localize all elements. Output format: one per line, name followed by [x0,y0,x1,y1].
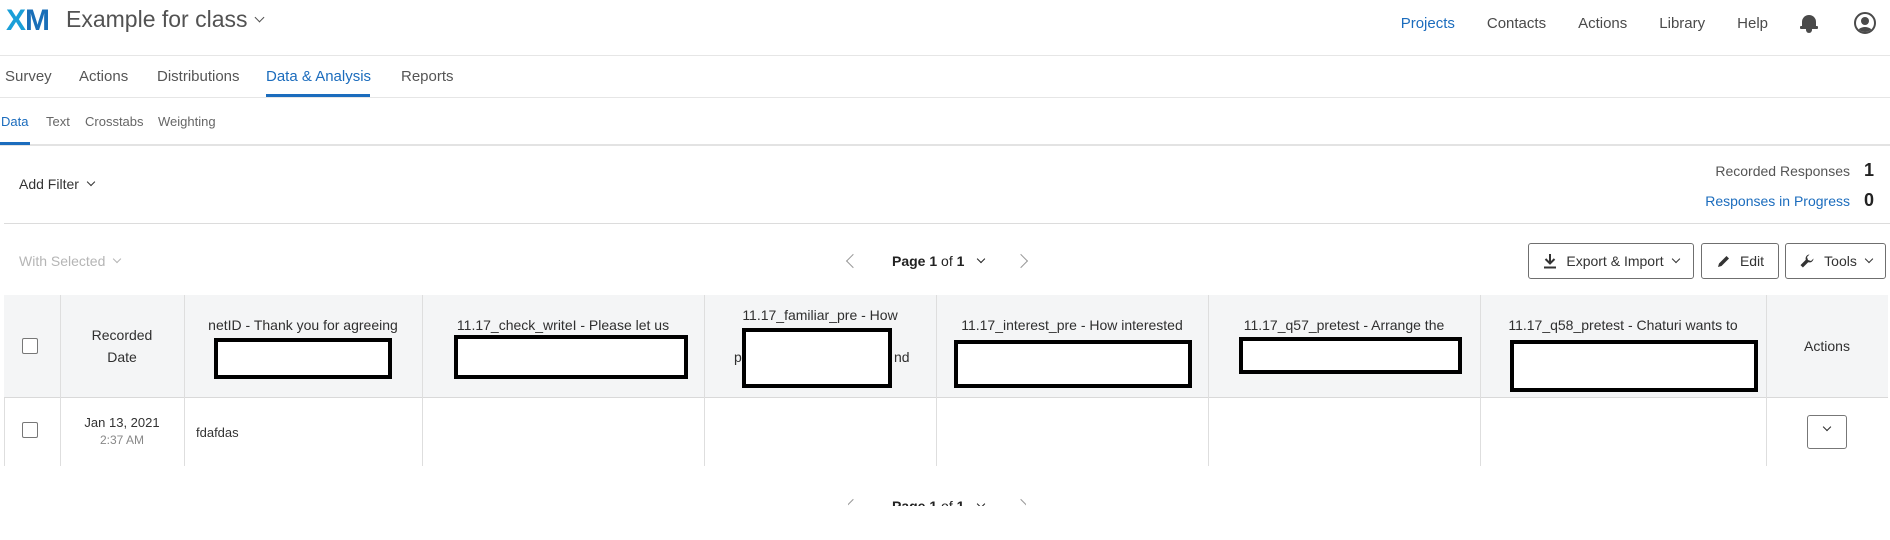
chevron-down-icon [1864,254,1874,264]
tab-reports[interactable]: Reports [401,68,454,85]
edit-button[interactable]: Edit [1701,243,1779,279]
download-icon [1544,254,1557,269]
add-filter-button[interactable]: Add Filter [19,176,96,192]
row-checkbox[interactable] [22,422,38,438]
col-netid[interactable]: netID - Thank you for agreeing [184,295,422,398]
with-selected-dropdown: With Selected [19,253,122,269]
col-q58-pretest[interactable]: 11.17_q58_pretest - Chaturi wants to [1480,295,1766,398]
responses-in-progress-count: 0 [1863,190,1874,210]
column-divider [1208,295,1209,398]
export-import-button[interactable]: Export & Import [1528,243,1694,279]
table-header: Recorded Date netID - Thank you for agre… [4,295,1888,398]
column-divider [1480,398,1481,466]
page-select-chevron-icon[interactable] [977,499,986,506]
sub-tabs: Data Text Crosstabs Weighting [0,98,1890,146]
divider [4,223,1890,224]
project-selector[interactable]: Example for class [66,6,264,33]
redaction-box [1510,340,1758,392]
recorded-responses: Recorded Responses 1 [1715,160,1874,181]
responses-in-progress-link[interactable]: Responses in Progress [1705,193,1850,209]
col-interest-pre[interactable]: 11.17_interest_pre - How interested [936,295,1208,398]
pager: Page 1 of 1 [845,250,1029,272]
col-q57-pretest[interactable]: 11.17_q57_pretest - Arrange the [1208,295,1480,398]
subtab-text[interactable]: Text [46,114,70,129]
subtab-weighting[interactable]: Weighting [158,114,216,129]
recorded-responses-count: 1 [1863,160,1874,180]
redaction-box [214,338,392,379]
select-all-checkbox[interactable] [22,338,38,354]
bell-icon[interactable] [1800,13,1818,33]
col-recorded-date[interactable]: Recorded Date [60,295,184,398]
top-nav: Projects Contacts Actions Library Help [1401,11,1890,35]
column-divider [704,398,705,466]
page-label: Page [892,253,926,269]
tab-survey[interactable]: Survey [5,68,52,85]
column-divider [60,398,61,466]
column-divider [1208,398,1209,466]
page-of: of [941,253,953,269]
col-check-write[interactable]: 11.17_check_writeI - Please let us [422,295,704,398]
nav-projects[interactable]: Projects [1401,15,1455,32]
page-total: 1 [956,253,965,269]
pencil-icon [1717,255,1729,267]
table-row[interactable]: Jan 13, 2021 2:37 AM fdafdas [4,398,1888,466]
recorded-responses-label: Recorded Responses [1715,162,1850,179]
redaction-box [1239,337,1462,374]
nav-help[interactable]: Help [1737,15,1768,32]
recorded-date-cell: Jan 13, 2021 2:37 AM [84,415,160,447]
nav-contacts[interactable]: Contacts [1487,15,1546,32]
col-familiar-pre[interactable]: 11.17_familiar_pre - How p nd [704,295,936,398]
column-divider [184,398,185,466]
column-divider [184,295,185,398]
column-divider [4,398,5,466]
chevron-down-icon [1822,422,1832,432]
xm-logo[interactable]: XM [6,4,50,38]
next-page-icon[interactable] [1014,253,1029,269]
chevron-down-icon [254,12,264,23]
redaction-box [954,340,1192,388]
responses-in-progress: Responses in Progress 0 [1705,190,1874,211]
column-divider [1766,295,1767,398]
redaction-box [742,328,892,388]
tab-distributions[interactable]: Distributions [157,68,240,85]
subtab-crosstabs[interactable]: Crosstabs [85,114,144,129]
netid-cell: fdafdas [196,425,239,440]
main-tabs: Survey Actions Distributions Data & Anal… [0,56,1890,98]
page-select-chevron-icon[interactable] [977,254,986,264]
column-divider [1766,398,1767,466]
active-tab-indicator [266,94,370,97]
prev-page-icon[interactable] [845,253,861,269]
column-divider [936,295,937,398]
user-avatar-icon[interactable] [1854,12,1876,34]
redaction-box [454,335,688,379]
prev-page-icon[interactable] [848,498,861,506]
nav-actions[interactable]: Actions [1578,15,1627,32]
top-header: XM Example for class Projects Contacts A… [0,0,1890,56]
page-current: 1 [929,253,938,269]
active-subtab-indicator [0,142,30,145]
column-divider [422,295,423,398]
row-actions-dropdown[interactable] [1807,415,1847,449]
bottom-pager: Page 1 of 1 [848,496,1027,506]
column-divider [422,398,423,466]
project-title: Example for class [66,6,248,32]
wrench-icon [1800,254,1814,268]
chevron-down-icon [113,254,122,264]
nav-library[interactable]: Library [1659,15,1705,32]
chevron-down-icon [1671,254,1680,264]
col-actions: Actions [1804,338,1850,354]
column-divider [60,295,61,398]
tools-button[interactable]: Tools [1785,243,1886,279]
column-divider [1480,295,1481,398]
column-divider [936,398,937,466]
next-page-icon[interactable] [1014,498,1027,506]
tab-data-analysis[interactable]: Data & Analysis [266,68,371,85]
chevron-down-icon [86,177,96,187]
subtab-data[interactable]: Data [1,114,28,129]
tab-actions[interactable]: Actions [79,68,128,85]
column-divider [704,295,705,398]
